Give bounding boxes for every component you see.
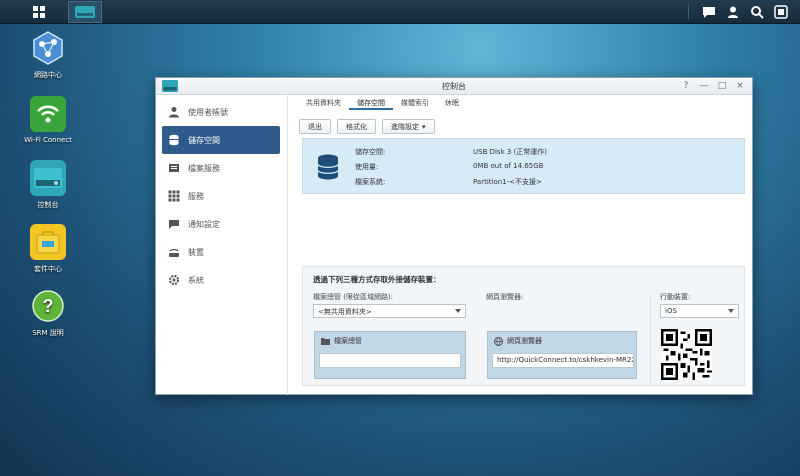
device-icon: [168, 246, 180, 258]
widgets-icon: [774, 5, 788, 19]
toolbar: 退出 格式化 進階設定 ▾: [299, 119, 435, 134]
file-browser-path-field[interactable]: [319, 353, 461, 368]
advanced-settings-button[interactable]: 進階設定 ▾: [382, 119, 435, 134]
desktop-icon-wifi-connect[interactable]: Wi-Fi Connect: [13, 96, 83, 144]
filesystem-value: Partition1-<不支援>: [473, 178, 542, 186]
file-browser-label: 檔案總管 (限從區域網路):: [313, 293, 394, 301]
taskbar: [0, 0, 800, 24]
storage-label: 儲存空間:: [355, 148, 386, 156]
file-browser-card: 檔案總管: [314, 331, 466, 379]
chevron-down-icon: [455, 309, 461, 313]
sidebar-item-users[interactable]: 使用者帳號: [162, 98, 280, 126]
folder-icon: [321, 338, 330, 345]
format-button[interactable]: 格式化: [337, 119, 376, 134]
tab-bar: 共用資料夾 儲存空間 媒體索引 休眠: [298, 96, 467, 110]
sidebar-item-label: 通知設定: [188, 219, 220, 229]
tab-hibernation[interactable]: 休眠: [437, 96, 467, 110]
sidebar-item-file-services[interactable]: 檔案服務: [162, 154, 280, 182]
sidebar-item-label: 系統: [188, 275, 204, 285]
storage-icon: [168, 134, 180, 146]
control-panel-window: 控制台 ? — □ × 使用者帳號 儲存空間 檔案服務 服務 通知設定 裝置 系…: [155, 77, 753, 395]
control-panel-icon: [75, 6, 95, 18]
globe-icon: [494, 336, 503, 346]
sidebar-item-storage[interactable]: 儲存空間: [162, 126, 280, 154]
desktop-icon-label: 網路中心: [34, 71, 62, 79]
quickconnect-url-field[interactable]: http://QuickConnect.to/cskhkevin-MR220: [492, 353, 634, 368]
shared-folder-select-value: <無共用資料夾>: [318, 308, 372, 316]
sidebar-item-label: 裝置: [188, 247, 204, 257]
web-browser-card-title: 網頁瀏覽器: [507, 337, 542, 345]
advanced-settings-label: 進階設定: [391, 122, 419, 131]
sidebar-item-system[interactable]: 系統: [162, 266, 280, 294]
sidebar-item-notifications[interactable]: 通知設定: [162, 210, 280, 238]
desktop-icon-label: 套件中心: [34, 265, 62, 273]
web-browser-card: 網頁瀏覽器 http://QuickConnect.to/cskhkevin-M…: [487, 331, 637, 379]
search-icon: [751, 6, 764, 19]
tab-media-index[interactable]: 媒體索引: [393, 96, 437, 110]
web-browser-label: 網頁瀏覽器:: [486, 293, 524, 301]
sidebar-item-services[interactable]: 服務: [162, 182, 280, 210]
caret-down-icon: ▾: [422, 122, 426, 131]
taskbar-separator: [688, 4, 689, 20]
desktop-icon-package-center[interactable]: 套件中心: [13, 224, 83, 274]
desktop-icon-label: 控制台: [37, 201, 59, 209]
close-button[interactable]: ×: [734, 79, 746, 93]
maximize-button[interactable]: □: [716, 79, 728, 93]
svg-text:?: ?: [43, 296, 54, 316]
sidebar-item-label: 服務: [188, 191, 204, 201]
widgets-button[interactable]: [772, 3, 790, 21]
qr-code-icon: [661, 329, 712, 380]
taskbar-control-panel-button[interactable]: [68, 1, 102, 23]
storage-value: USB Disk 3 (正常運作): [473, 148, 547, 156]
desktop-icon-network-center[interactable]: 網路中心: [13, 30, 83, 80]
grid-menu-icon: [33, 6, 45, 18]
chat-bubble-icon: [703, 7, 715, 18]
filesystem-label: 檔案系統:: [355, 178, 386, 186]
mobile-os-select-value: iOS: [665, 307, 677, 315]
tab-storage[interactable]: 儲存空間: [349, 96, 393, 110]
user-icon: [728, 6, 738, 18]
desktop-icon-label: SRM 說明: [32, 329, 64, 337]
desktop-icon-srm-help[interactable]: ? SRM 說明: [13, 288, 83, 338]
storage-info-panel[interactable]: 儲存空間: USB Disk 3 (正常運作) 使用量: 0MB out of …: [302, 138, 745, 194]
window-titlebar[interactable]: 控制台 ? — □ ×: [156, 78, 752, 95]
file-browser-card-title: 檔案總管: [334, 337, 362, 345]
usage-label: 使用量:: [355, 163, 379, 171]
user-button[interactable]: [724, 3, 742, 21]
services-icon: [168, 190, 180, 202]
user-icon: [168, 106, 180, 118]
shared-folder-select[interactable]: <無共用資料夾>: [313, 304, 466, 318]
help-button[interactable]: ?: [680, 79, 692, 93]
package-center-icon: [30, 224, 66, 260]
network-center-icon: [30, 30, 66, 66]
window-title: 控制台: [442, 82, 466, 91]
file-service-icon: [168, 162, 180, 174]
wifi-icon: [30, 96, 66, 132]
sidebar-divider: [287, 95, 288, 395]
desktop-icon-label: Wi-Fi Connect: [24, 136, 72, 144]
sidebar-item-label: 使用者帳號: [188, 107, 228, 117]
minimize-button[interactable]: —: [698, 79, 710, 93]
eject-button[interactable]: 退出: [299, 119, 331, 134]
notification-button[interactable]: [700, 3, 718, 21]
mobile-device-label: 行動裝置:: [660, 293, 691, 301]
system-gear-icon: [168, 274, 180, 286]
mobile-os-select[interactable]: iOS: [660, 304, 739, 318]
usage-value: 0MB out of 14.65GB: [473, 162, 544, 170]
tab-shared-folders[interactable]: 共用資料夾: [298, 96, 349, 110]
sidebar-item-label: 檔案服務: [188, 163, 220, 173]
main-menu-button[interactable]: [27, 3, 51, 21]
sidebar-item-label: 儲存空間: [188, 135, 220, 145]
sidebar: 使用者帳號 儲存空間 檔案服務 服務 通知設定 裝置 系統: [162, 98, 280, 294]
chevron-down-icon: [728, 309, 734, 313]
control-panel-icon: [30, 160, 66, 196]
help-icon: ?: [30, 288, 66, 324]
search-button[interactable]: [748, 3, 766, 21]
desktop-icon-control-panel[interactable]: 控制台: [13, 160, 83, 210]
access-column-divider: [650, 296, 651, 384]
access-heading: 透過下列三種方式存取外接儲存裝置：: [313, 275, 441, 284]
database-icon: [317, 154, 339, 180]
sidebar-item-device[interactable]: 裝置: [162, 238, 280, 266]
notification-icon: [168, 218, 180, 230]
